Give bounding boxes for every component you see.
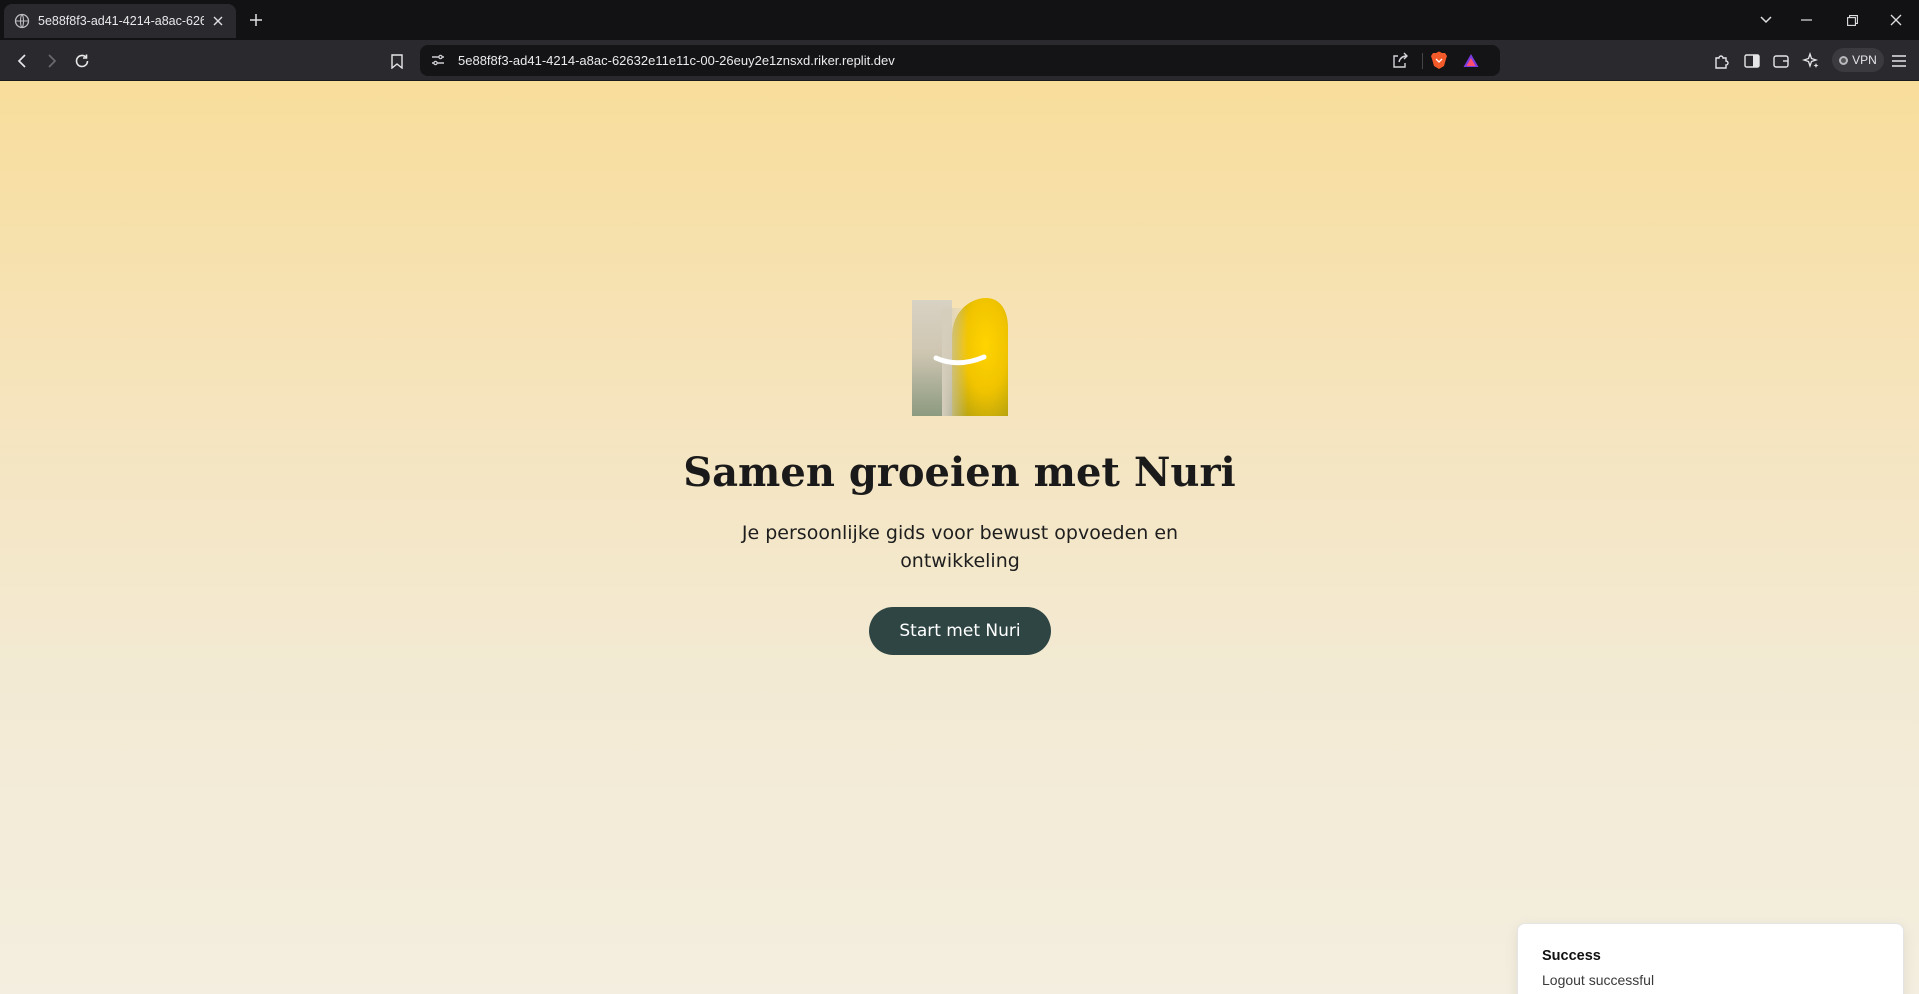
sidebar-icon[interactable] <box>1741 50 1763 72</box>
page-title: Samen groeien met Nuri <box>683 449 1236 496</box>
tab-search-chevron-icon[interactable] <box>1754 8 1778 32</box>
restore-icon[interactable] <box>1840 8 1864 32</box>
brave-shields-icon[interactable] <box>1430 51 1448 71</box>
divider <box>1422 53 1423 69</box>
address-bar[interactable]: 5e88f8f3-ad41-4214-a8ac-62632e11e11c-00-… <box>420 45 1500 76</box>
reload-icon[interactable] <box>70 49 94 73</box>
nuri-logo <box>912 298 1008 416</box>
leo-ai-icon[interactable] <box>1800 50 1822 72</box>
bookmark-icon[interactable] <box>385 49 409 73</box>
share-icon[interactable] <box>1390 51 1410 71</box>
browser-tab[interactable]: 5e88f8f3-ad41-4214-a8ac-62632e11e11c <box>4 4 236 38</box>
site-settings-icon[interactable] <box>430 52 446 68</box>
brave-rewards-icon[interactable] <box>1462 52 1480 70</box>
toast-title: Success <box>1542 948 1601 964</box>
success-toast: Success Logout successful <box>1517 923 1904 994</box>
browser-toolbar: 5e88f8f3-ad41-4214-a8ac-62632e11e11c-00-… <box>0 40 1919 81</box>
window-close-icon[interactable] <box>1884 8 1908 32</box>
tab-title: 5e88f8f3-ad41-4214-a8ac-62632e11e11c <box>38 14 204 28</box>
vpn-status-icon <box>1839 55 1849 65</box>
back-icon[interactable] <box>10 49 34 73</box>
vpn-label: VPN <box>1852 53 1877 67</box>
start-button[interactable]: Start met Nuri <box>869 607 1051 655</box>
minimize-icon[interactable] <box>1794 8 1818 32</box>
wallet-icon[interactable] <box>1770 50 1792 72</box>
globe-icon <box>14 13 30 29</box>
toast-message: Logout successful <box>1542 972 1655 988</box>
forward-icon[interactable] <box>40 49 64 73</box>
tab-close-icon[interactable] <box>210 13 226 29</box>
menu-icon[interactable] <box>1888 50 1910 72</box>
new-tab-icon[interactable] <box>246 10 266 30</box>
vpn-button[interactable]: VPN <box>1832 48 1884 72</box>
browser-tab-bar: 5e88f8f3-ad41-4214-a8ac-62632e11e11c <box>0 0 1919 40</box>
page-subtitle: Je persoonlijke gids voor bewust opvoede… <box>741 522 1179 572</box>
url-text: 5e88f8f3-ad41-4214-a8ac-62632e11e11c-00-… <box>458 53 895 68</box>
extensions-icon[interactable] <box>1711 50 1733 72</box>
